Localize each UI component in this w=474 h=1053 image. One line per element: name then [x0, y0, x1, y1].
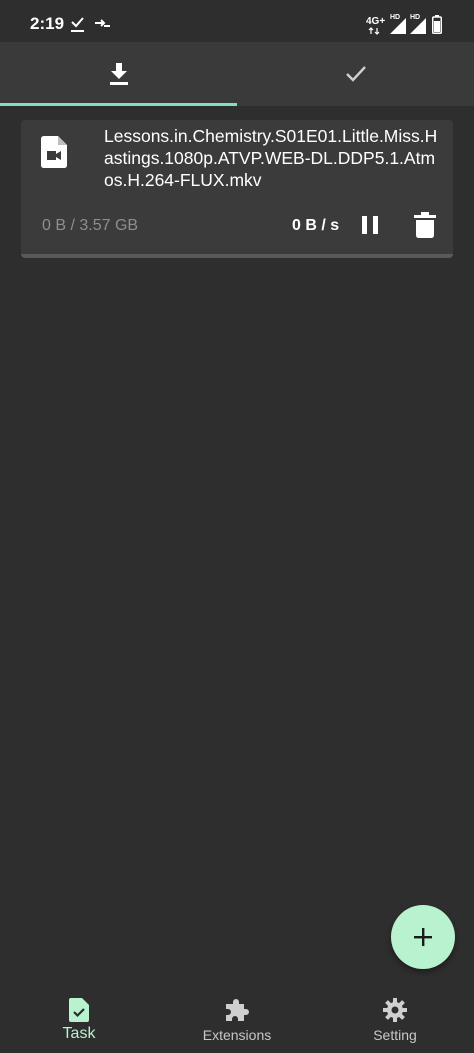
battery-icon	[432, 15, 442, 34]
nav-task[interactable]: Task	[0, 982, 158, 1053]
check-icon	[345, 66, 366, 82]
tab-completed[interactable]	[237, 42, 474, 106]
status-right-icons: 4G+ HD HD	[366, 14, 452, 36]
video-file-icon	[41, 136, 67, 168]
nav-task-label: Task	[62, 1025, 96, 1042]
nav-setting[interactable]: Setting	[316, 982, 474, 1053]
signal-icon-2	[410, 18, 426, 34]
bottom-navigation: Task Extensions Setting	[0, 982, 474, 1053]
download-task-card[interactable]: Lessons.in.Chemistry.S01E01.Little.Miss.…	[21, 120, 453, 258]
add-task-button[interactable]	[391, 905, 455, 969]
nav-extensions-label: Extensions	[202, 1027, 272, 1043]
download-speed: 0 B / s	[292, 217, 340, 234]
nav-setting-label: Setting	[373, 1027, 417, 1043]
status-notification-icons	[71, 17, 110, 32]
signal-icon-1	[390, 18, 406, 34]
nav-extensions[interactable]: Extensions	[158, 982, 316, 1053]
status-time: 2:19	[30, 14, 65, 33]
download-icon	[109, 63, 128, 85]
progress-bar	[21, 254, 453, 258]
data-arrows-icon	[368, 27, 380, 35]
status-bar: 2:19 4G+ HD HD	[0, 0, 474, 42]
download-size: 0 B / 3.57 GB	[42, 217, 139, 234]
file-name: Lessons.in.Chemistry.S01E01.Little.Miss.…	[104, 126, 438, 190]
check-notification-icon	[71, 17, 84, 32]
gear-icon	[383, 998, 407, 1022]
tab-indicator	[0, 103, 237, 106]
tab-bar	[0, 42, 474, 106]
puzzle-icon	[226, 999, 249, 1021]
tab-downloading[interactable]	[0, 42, 237, 106]
task-icon	[69, 998, 89, 1022]
pause-icon[interactable]	[359, 213, 383, 237]
network-type: 4G+	[366, 16, 386, 27]
plus-icon	[414, 928, 432, 946]
delete-icon[interactable]	[414, 212, 436, 238]
sync-notification-icon	[95, 19, 110, 27]
